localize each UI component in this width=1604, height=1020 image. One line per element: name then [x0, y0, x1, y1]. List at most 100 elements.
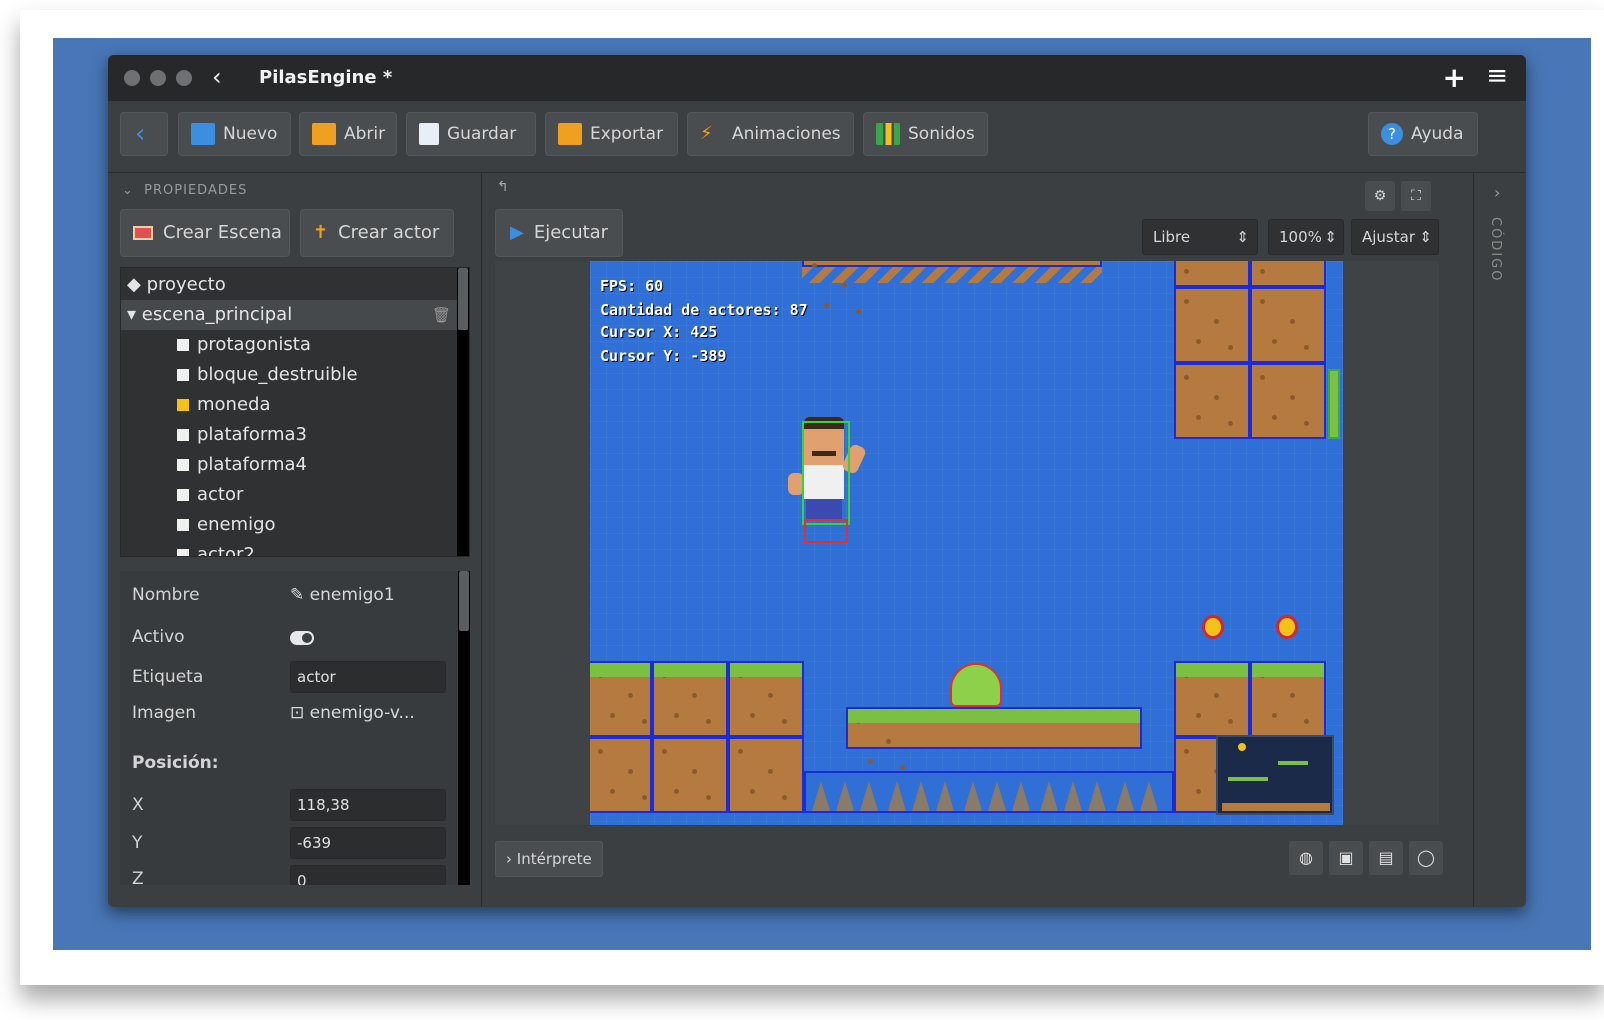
tree-item-label: escena_principal — [141, 304, 293, 325]
ground-block[interactable] — [1174, 661, 1250, 737]
run-button[interactable]: ▶ Ejecutar — [495, 209, 623, 257]
hud-cursor-y: Cursor Y: -389 — [600, 347, 727, 365]
y-input[interactable]: -639 — [290, 827, 446, 859]
fullscreen-icon[interactable]: ⛶ — [1401, 181, 1431, 211]
tag-label: Etiqueta — [132, 667, 204, 687]
properties-section-header[interactable]: ⌄ PROPIEDADES — [122, 183, 247, 198]
ground-block[interactable] — [1250, 661, 1326, 737]
help-label: Ayuda — [1411, 124, 1464, 144]
active-toggle[interactable] — [290, 631, 314, 645]
tree-scrollbar[interactable] — [457, 268, 469, 556]
create-actor-button[interactable]: ✝ Crear actor — [300, 209, 454, 257]
image-value[interactable]: ⊡ enemigo-v... — [290, 703, 415, 723]
animations-button[interactable]: ⚡ Animaciones — [687, 112, 854, 156]
tree-item-actor[interactable]: bloque_destruible — [121, 360, 459, 390]
tree-item-actor[interactable]: plataforma3 — [121, 420, 459, 450]
tree-item-scene[interactable]: ▾ escena_principal 🗑 — [121, 300, 459, 330]
scene-editor: ↰ ⚙ ⛶ ▶ Ejecutar Libre ⇕ 100% ⇕ Ajustar ⇕ FP… — [483, 173, 1473, 907]
settings-circle-icon[interactable]: ◯ — [1409, 841, 1443, 875]
interpreter-toggle[interactable]: › Intérprete — [495, 841, 603, 877]
dirt-block[interactable] — [1174, 261, 1250, 287]
game-canvas[interactable]: FPS: 60 Cantidad de actores: 87 Cursor X… — [590, 261, 1343, 825]
ground-block[interactable] — [590, 737, 652, 813]
expand-chevron-icon[interactable]: › — [1494, 183, 1500, 202]
code-panel[interactable]: › CÓDIGO — [1473, 173, 1526, 907]
save-button[interactable]: Guardar — [406, 112, 536, 156]
export-box-icon — [558, 123, 582, 145]
z-input[interactable]: 0 — [290, 865, 446, 885]
open-button[interactable]: Abrir — [299, 112, 397, 156]
window-close-dot[interactable] — [124, 70, 140, 86]
actor-properties: Nombre ✎ enemigo1 Activo Etiqueta actor … — [120, 571, 470, 885]
minimap-coin — [1238, 743, 1246, 751]
new-label: Nuevo — [223, 124, 278, 144]
add-icon[interactable]: + — [1443, 61, 1466, 94]
tree-item-actor[interactable]: enemigo — [121, 510, 459, 540]
window-minimize-dot[interactable] — [150, 70, 166, 86]
tree-item-actor[interactable]: actor — [121, 480, 459, 510]
tree-item-actor[interactable]: actor2 — [121, 540, 459, 556]
trash-icon[interactable]: 🗑 — [432, 300, 451, 330]
export-button[interactable]: Exportar — [545, 112, 678, 156]
fit-select[interactable]: Ajustar ⇕ — [1351, 219, 1439, 255]
tree-item-project[interactable]: ◆ proyecto — [121, 270, 459, 300]
coin-sprite[interactable] — [1202, 615, 1224, 639]
player-collider-green — [802, 421, 850, 525]
coin-icon — [177, 399, 189, 411]
chevron-right-icon: › — [506, 850, 517, 868]
create-scene-button[interactable]: Crear Escena — [120, 209, 290, 257]
floating-platform[interactable] — [846, 707, 1142, 749]
dirt-block[interactable] — [1250, 363, 1326, 439]
globe-icon[interactable]: ◍ — [1289, 841, 1323, 875]
save-icon[interactable]: ▤ — [1369, 841, 1403, 875]
diamond-icon: ◆ — [127, 274, 147, 295]
back-arrow-icon[interactable]: ‹ — [212, 63, 222, 91]
hud-actor-count: Cantidad de actores: 87 — [600, 301, 808, 319]
tree-item-actor[interactable]: plataforma4 — [121, 450, 459, 480]
dirt-block[interactable] — [1250, 287, 1326, 363]
scene-tree: ◆ proyecto ▾ escena_principal 🗑 protagon… — [120, 267, 470, 557]
zoom-select[interactable]: 100% ⇕ — [1268, 219, 1344, 255]
name-value-text: enemigo1 — [309, 585, 395, 605]
sounds-button[interactable]: Sonidos — [863, 112, 988, 156]
tree-item-actor[interactable]: moneda — [121, 390, 459, 420]
protagonist-sprite[interactable] — [786, 415, 868, 545]
new-button[interactable]: Nuevo — [178, 112, 291, 156]
tree-scroll-thumb[interactable] — [458, 268, 468, 330]
collapse-chevron-icon: ⌄ — [122, 183, 145, 198]
dirt-block[interactable] — [1174, 363, 1250, 439]
settings-gear-icon[interactable]: ⚙ — [1365, 181, 1395, 211]
save-label: Guardar — [447, 124, 517, 144]
dirt-block[interactable] — [1174, 287, 1250, 363]
x-input[interactable]: 118,38 — [290, 789, 446, 821]
player-collider-red — [804, 519, 848, 543]
sound-bars-icon — [876, 123, 900, 145]
ground-block[interactable] — [728, 661, 804, 737]
dirt-block[interactable] — [1250, 261, 1326, 287]
screenshot-icon[interactable]: ▣ — [1329, 841, 1363, 875]
mode-select[interactable]: Libre ⇕ — [1142, 219, 1258, 255]
help-button[interactable]: ? Ayuda — [1368, 112, 1478, 156]
spike — [1064, 781, 1082, 811]
tree-item-actor[interactable]: protagonista — [121, 330, 459, 360]
back-button[interactable]: ‹ — [120, 112, 168, 156]
hamburger-menu-icon[interactable]: ≡ — [1486, 61, 1508, 91]
ground-block[interactable] — [652, 661, 728, 737]
ground-block[interactable] — [728, 737, 804, 813]
ground-block[interactable] — [652, 737, 728, 813]
spike — [888, 781, 906, 811]
enemy-sprite[interactable] — [950, 663, 1002, 707]
window-maximize-dot[interactable] — [176, 70, 192, 86]
ground-block[interactable] — [590, 661, 652, 737]
properties-scrollbar[interactable] — [458, 571, 470, 885]
minimap[interactable] — [1216, 735, 1334, 815]
coin-sprite[interactable] — [1276, 615, 1298, 639]
tree-item-label: enemigo — [197, 514, 276, 535]
properties-scroll-thumb[interactable] — [459, 571, 469, 631]
pencil-icon: ✎ — [290, 585, 310, 605]
undo-icon[interactable]: ↰ — [497, 179, 509, 195]
spike — [936, 781, 954, 811]
name-value[interactable]: ✎ enemigo1 — [290, 585, 395, 605]
tag-input[interactable]: actor — [290, 661, 446, 693]
spike — [836, 781, 854, 811]
